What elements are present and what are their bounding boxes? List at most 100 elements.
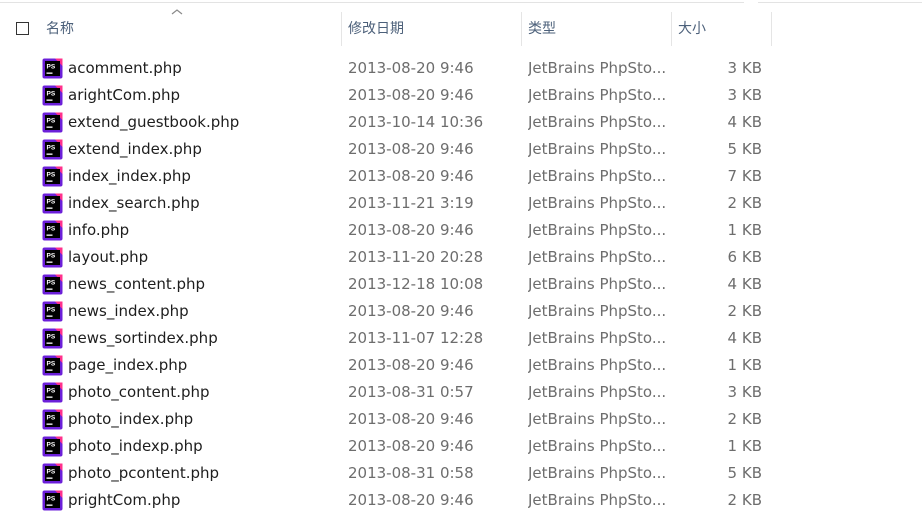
file-modified-date: 2013-10-14 10:36 [348,113,484,131]
file-row[interactable]: PS extend_index.php 2013-08-20 9:46 JetBrai… [0,136,922,163]
header-date-label: 修改日期 [348,21,404,37]
file-row[interactable]: PS news_index.php 2013-08-20 9:46 JetBrains… [0,298,922,325]
file-name[interactable]: photo_content.php [68,379,338,406]
file-modified-date: 2013-12-18 10:08 [348,275,484,293]
phpstorm-file-icon: PS [42,463,63,484]
file-type: JetBrains PhpSto... [528,59,667,77]
phpstorm-file-icon: PS [42,382,63,403]
file-type: JetBrains PhpSto... [528,356,667,374]
icon-label: PS [47,442,56,449]
file-size: 7 KB [727,167,762,185]
file-type: JetBrains PhpSto... [528,302,667,320]
file-name[interactable]: photo_index.php [68,406,338,433]
phpstorm-file-icon: PS [42,409,63,430]
icon-label: PS [47,145,56,152]
file-name[interactable]: index_search.php [68,190,338,217]
icon-label: PS [47,496,56,503]
file-row[interactable]: PS info.php 2013-08-20 9:46 JetBrains PhpSt… [0,217,922,244]
file-name[interactable]: arightCom.php [68,82,338,109]
file-modified-date: 2013-08-20 9:46 [348,410,474,428]
phpstorm-file-icon: PS [42,112,63,133]
file-size: 2 KB [727,194,762,212]
file-modified-date: 2013-11-21 3:19 [348,194,474,212]
icon-label: PS [47,91,56,98]
header-size-column[interactable]: 大小 [672,12,772,46]
header-type-label: 类型 [528,21,556,37]
file-type: JetBrains PhpSto... [528,86,667,104]
file-modified-date: 2013-08-20 9:46 [348,221,474,239]
file-modified-date: 2013-08-20 9:46 [348,491,474,509]
file-modified-date: 2013-11-07 12:28 [348,329,484,347]
header-date-column[interactable]: 修改日期 [342,12,522,46]
icon-label: PS [47,361,56,368]
file-name[interactable]: layout.php [68,244,338,271]
file-name[interactable]: extend_index.php [68,136,338,163]
file-row[interactable]: PS index_index.php 2013-08-20 9:46 JetBrain… [0,163,922,190]
file-row[interactable]: PS prightCom.php 2013-08-20 9:46 JetBrains … [0,487,922,514]
file-name[interactable]: acomment.php [68,55,338,82]
file-size: 4 KB [727,329,762,347]
file-name[interactable]: news_content.php [68,271,338,298]
file-name[interactable]: news_sortindex.php [68,325,338,352]
file-row[interactable]: PS layout.php 2013-11-20 20:28 JetBrains Ph… [0,244,922,271]
file-type: JetBrains PhpSto... [528,167,667,185]
file-size: 3 KB [727,86,762,104]
file-modified-date: 2013-08-20 9:46 [348,437,474,455]
icon-label: PS [47,280,56,287]
file-row[interactable]: PS photo_pcontent.php 2013-08-31 0:58 JetBr… [0,460,922,487]
select-all-checkbox[interactable] [16,22,29,35]
file-row[interactable]: PS news_content.php 2013-12-18 10:08 JetBra… [0,271,922,298]
file-type: JetBrains PhpSto... [528,221,667,239]
file-list: PS acomment.php 2013-08-20 9:46 JetBrains P… [0,55,922,514]
file-row[interactable]: PS acomment.php 2013-08-20 9:46 JetBrains P… [0,55,922,82]
file-name[interactable]: prightCom.php [68,487,338,514]
icon-label: PS [47,334,56,341]
icon-label: PS [47,226,56,233]
file-row[interactable]: PS news_sortindex.php 2013-11-07 12:28 JetB… [0,325,922,352]
file-type: JetBrains PhpSto... [528,410,667,428]
file-row[interactable]: PS extend_guestbook.php 2013-10-14 10:36 Je… [0,109,922,136]
file-size: 1 KB [727,221,762,239]
file-size: 4 KB [727,113,762,131]
phpstorm-file-icon: PS [42,58,63,79]
phpstorm-file-icon: PS [42,490,63,511]
file-row[interactable]: PS page_index.php 2013-08-20 9:46 JetBrains… [0,352,922,379]
sort-ascending-icon [171,9,183,15]
file-row[interactable]: PS photo_indexp.php 2013-08-20 9:46 JetBrai… [0,433,922,460]
header-size-label: 大小 [678,21,706,37]
icon-label: PS [47,388,56,395]
file-row[interactable]: PS index_search.php 2013-11-21 3:19 JetBrai… [0,190,922,217]
top-edge-left [0,0,744,3]
phpstorm-file-icon: PS [42,166,63,187]
file-modified-date: 2013-08-20 9:46 [348,167,474,185]
file-name[interactable]: photo_indexp.php [68,433,338,460]
file-modified-date: 2013-08-20 9:46 [348,140,474,158]
file-size: 2 KB [727,410,762,428]
file-size: 2 KB [727,302,762,320]
file-type: JetBrains PhpSto... [528,491,667,509]
file-row[interactable]: PS photo_content.php 2013-08-31 0:57 JetBra… [0,379,922,406]
file-size: 3 KB [727,383,762,401]
file-name[interactable]: info.php [68,217,338,244]
file-type: JetBrains PhpSto... [528,437,667,455]
file-modified-date: 2013-08-20 9:46 [348,86,474,104]
file-name[interactable]: news_index.php [68,298,338,325]
file-row[interactable]: PS arightCom.php 2013-08-20 9:46 JetBrains … [0,82,922,109]
header-type-column[interactable]: 类型 [522,12,672,46]
file-size: 6 KB [727,248,762,266]
file-row[interactable]: PS photo_index.php 2013-08-20 9:46 JetBrain… [0,406,922,433]
file-name[interactable]: index_index.php [68,163,338,190]
file-modified-date: 2013-11-20 20:28 [348,248,484,266]
file-name[interactable]: extend_guestbook.php [68,109,338,136]
file-modified-date: 2013-08-20 9:46 [348,59,474,77]
file-size: 1 KB [727,356,762,374]
icon-label: PS [47,253,56,260]
phpstorm-file-icon: PS [42,328,63,349]
phpstorm-file-icon: PS [42,274,63,295]
header-name-column[interactable]: 名称 [0,9,342,46]
icon-label: PS [47,469,56,476]
file-name[interactable]: page_index.php [68,352,338,379]
file-name[interactable]: photo_pcontent.php [68,460,338,487]
file-type: JetBrains PhpSto... [528,464,667,482]
column-header-row: 名称 修改日期 类型 大小 [0,9,922,46]
